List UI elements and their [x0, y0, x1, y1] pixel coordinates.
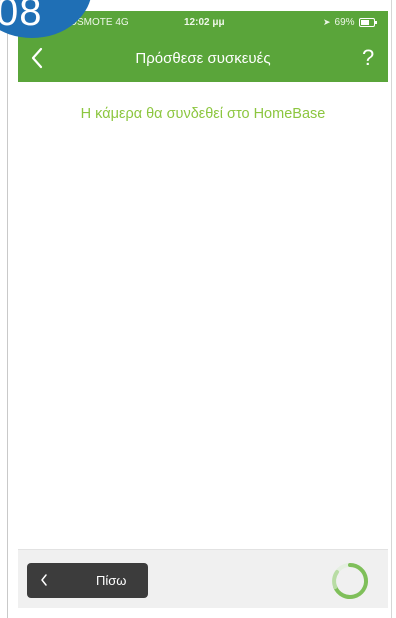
battery-icon	[358, 18, 377, 27]
frame-border-right	[391, 0, 392, 618]
loading-spinner-icon	[327, 558, 373, 604]
footer-bar: Πίσω	[18, 549, 388, 608]
status-right: ➤ 69%	[323, 17, 377, 28]
frame-border-left	[7, 0, 8, 618]
connection-message: Η κάμερα θα συνδεθεί στο HomeBase	[80, 106, 326, 122]
nav-bar: Πρόσθεσε συσκευές ?	[18, 39, 388, 77]
back-button[interactable]: Πίσω	[27, 563, 148, 598]
page-title: Πρόσθεσε συσκευές	[135, 50, 271, 67]
back-button-label: Πίσω	[96, 573, 127, 588]
chevron-left-icon[interactable]	[26, 45, 50, 71]
app-screen: COSMOTE 4G 12:02 μμ ➤ 69% Πρόσθεσε συσκε…	[0, 0, 396, 618]
step-number: 08	[0, 0, 43, 34]
chevron-left-icon	[39, 572, 49, 588]
location-arrow-icon: ➤	[323, 17, 331, 27]
help-icon[interactable]: ?	[362, 45, 374, 71]
battery-percent: 69%	[334, 17, 355, 28]
status-time: 12:02 μμ	[184, 17, 225, 28]
